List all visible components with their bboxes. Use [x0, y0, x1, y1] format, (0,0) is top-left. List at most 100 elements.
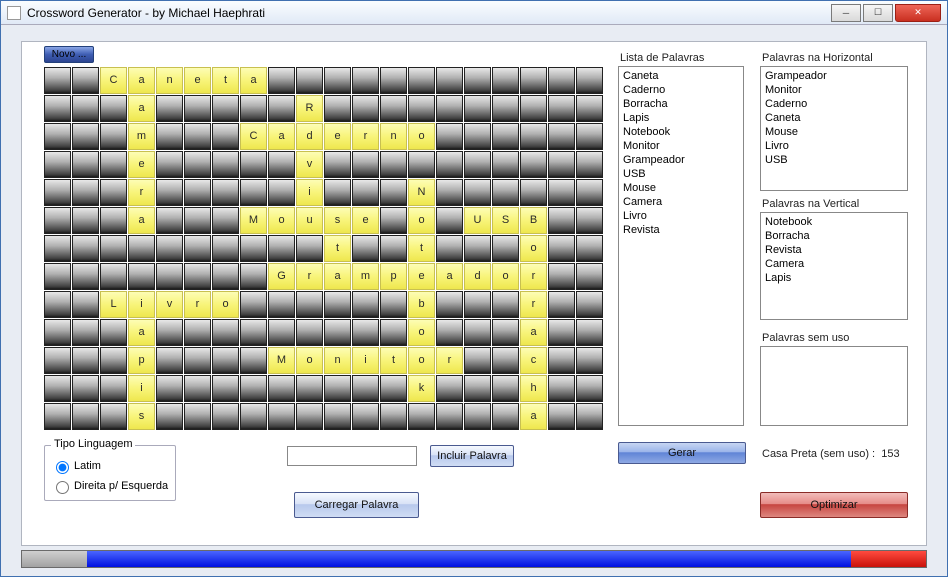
letter-cell[interactable]: M	[268, 347, 295, 374]
black-cell[interactable]	[324, 95, 351, 122]
black-cell[interactable]	[492, 67, 519, 94]
letter-cell[interactable]: o	[268, 207, 295, 234]
black-cell[interactable]	[100, 151, 127, 178]
letter-cell[interactable]: o	[408, 123, 435, 150]
black-cell[interactable]	[184, 319, 211, 346]
black-cell[interactable]	[212, 263, 239, 290]
black-cell[interactable]	[576, 95, 603, 122]
black-cell[interactable]	[184, 403, 211, 430]
black-cell[interactable]	[464, 235, 491, 262]
black-cell[interactable]	[268, 235, 295, 262]
black-cell[interactable]	[156, 95, 183, 122]
black-cell[interactable]	[240, 235, 267, 262]
black-cell[interactable]	[212, 319, 239, 346]
letter-cell[interactable]: o	[296, 347, 323, 374]
black-cell[interactable]	[268, 291, 295, 318]
black-cell[interactable]	[520, 95, 547, 122]
black-cell[interactable]	[184, 347, 211, 374]
black-cell[interactable]	[492, 179, 519, 206]
black-cell[interactable]	[240, 375, 267, 402]
black-cell[interactable]	[436, 207, 463, 234]
letter-cell[interactable]: m	[352, 263, 379, 290]
list-item[interactable]: Camera	[765, 257, 903, 271]
black-cell[interactable]	[268, 375, 295, 402]
radio-latim[interactable]: Latim	[51, 458, 169, 474]
black-cell[interactable]	[464, 123, 491, 150]
black-cell[interactable]	[576, 179, 603, 206]
black-cell[interactable]	[44, 123, 71, 150]
black-cell[interactable]	[156, 347, 183, 374]
black-cell[interactable]	[576, 319, 603, 346]
black-cell[interactable]	[100, 403, 127, 430]
black-cell[interactable]	[436, 235, 463, 262]
letter-cell[interactable]: G	[268, 263, 295, 290]
black-cell[interactable]	[352, 291, 379, 318]
letter-cell[interactable]: a	[324, 263, 351, 290]
black-cell[interactable]	[548, 235, 575, 262]
black-cell[interactable]	[548, 123, 575, 150]
black-cell[interactable]	[464, 151, 491, 178]
listbox-semuso[interactable]	[760, 346, 908, 426]
black-cell[interactable]	[100, 347, 127, 374]
black-cell[interactable]	[352, 95, 379, 122]
letter-cell[interactable]: a	[520, 403, 547, 430]
black-cell[interactable]	[492, 347, 519, 374]
letter-cell[interactable]: L	[100, 291, 127, 318]
black-cell[interactable]	[184, 151, 211, 178]
list-item[interactable]: Livro	[765, 139, 903, 153]
black-cell[interactable]	[520, 123, 547, 150]
letter-cell[interactable]: p	[380, 263, 407, 290]
black-cell[interactable]	[44, 179, 71, 206]
list-item[interactable]: Mouse	[765, 125, 903, 139]
close-button[interactable]: ✕	[895, 4, 941, 22]
black-cell[interactable]	[72, 179, 99, 206]
black-cell[interactable]	[156, 403, 183, 430]
black-cell[interactable]	[100, 179, 127, 206]
letter-cell[interactable]: a	[128, 319, 155, 346]
black-cell[interactable]	[268, 95, 295, 122]
black-cell[interactable]	[380, 235, 407, 262]
letter-cell[interactable]: r	[520, 263, 547, 290]
black-cell[interactable]	[296, 319, 323, 346]
black-cell[interactable]	[296, 375, 323, 402]
gerar-button[interactable]: Gerar	[618, 442, 746, 464]
letter-cell[interactable]: d	[296, 123, 323, 150]
black-cell[interactable]	[296, 403, 323, 430]
list-item[interactable]: Grampeador	[765, 69, 903, 83]
letter-cell[interactable]: u	[296, 207, 323, 234]
letter-cell[interactable]: a	[128, 95, 155, 122]
word-input[interactable]	[287, 446, 417, 466]
letter-cell[interactable]: a	[240, 67, 267, 94]
black-cell[interactable]	[548, 263, 575, 290]
black-cell[interactable]	[324, 67, 351, 94]
black-cell[interactable]	[380, 291, 407, 318]
black-cell[interactable]	[212, 375, 239, 402]
black-cell[interactable]	[464, 403, 491, 430]
list-item[interactable]: Lapis	[765, 271, 903, 285]
black-cell[interactable]	[576, 375, 603, 402]
black-cell[interactable]	[44, 291, 71, 318]
letter-cell[interactable]: C	[240, 123, 267, 150]
letter-cell[interactable]: U	[464, 207, 491, 234]
black-cell[interactable]	[184, 207, 211, 234]
list-item[interactable]: Monitor	[623, 139, 739, 153]
letter-cell[interactable]: m	[128, 123, 155, 150]
letter-cell[interactable]: i	[296, 179, 323, 206]
black-cell[interactable]	[576, 403, 603, 430]
list-item[interactable]: Revista	[623, 223, 739, 237]
black-cell[interactable]	[268, 179, 295, 206]
black-cell[interactable]	[576, 263, 603, 290]
letter-cell[interactable]: d	[464, 263, 491, 290]
black-cell[interactable]	[268, 319, 295, 346]
black-cell[interactable]	[156, 207, 183, 234]
black-cell[interactable]	[240, 263, 267, 290]
letter-cell[interactable]: R	[296, 95, 323, 122]
black-cell[interactable]	[380, 151, 407, 178]
letter-cell[interactable]: t	[380, 347, 407, 374]
black-cell[interactable]	[72, 375, 99, 402]
black-cell[interactable]	[212, 207, 239, 234]
letter-cell[interactable]: c	[520, 347, 547, 374]
letter-cell[interactable]: B	[520, 207, 547, 234]
letter-cell[interactable]: o	[408, 347, 435, 374]
listbox-vertical[interactable]: NotebookBorrachaRevistaCameraLapis	[760, 212, 908, 320]
